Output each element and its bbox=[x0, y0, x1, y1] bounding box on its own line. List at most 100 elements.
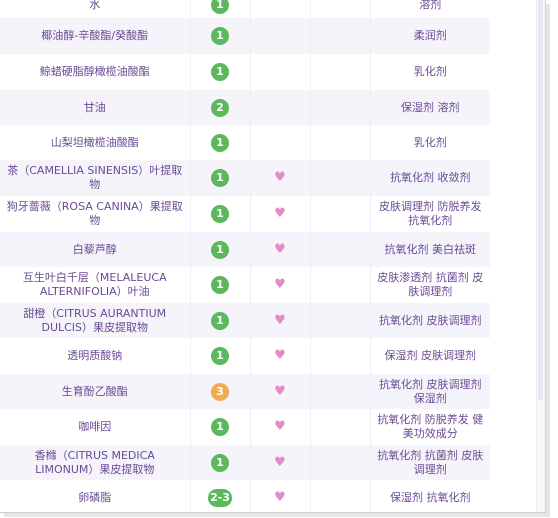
active-ingredient-cell bbox=[250, 18, 311, 54]
ingredient-name[interactable]: 鲸蜡硬脂醇橄榄油酸酯 bbox=[0, 54, 191, 90]
active-ingredient-cell bbox=[250, 54, 311, 90]
ingredient-table-panel: 水 1 溶剂 椰油醇-辛酸酯/癸酸酯 1 柔润剂 鲸蜡硬脂醇橄榄油酸酯 1 乳化剂 甘油 2 保湿剂 … bbox=[0, 0, 546, 513]
usage-purpose: 乳化剂 bbox=[370, 125, 490, 160]
heart-icon: ♥ bbox=[274, 454, 286, 470]
ingredient-name[interactable]: 生育酚乙酸酯 bbox=[0, 374, 191, 409]
ingredient-name[interactable]: 卵磷脂 bbox=[0, 480, 191, 512]
ingredient-name[interactable]: 水 bbox=[0, 0, 191, 18]
active-ingredient-cell bbox=[250, 90, 311, 125]
usage-purpose: 溶剂 bbox=[370, 0, 490, 18]
ingredient-name[interactable]: 甘油 bbox=[0, 90, 191, 125]
usage-purpose: 保湿剂 抗氧化剂 bbox=[370, 480, 490, 512]
table-row[interactable]: 甘油 2 保湿剂 溶剂 bbox=[0, 90, 490, 125]
acne-risk-cell bbox=[310, 90, 371, 125]
table-row[interactable]: 卵磷脂 2-3 ♥ 保湿剂 抗氧化剂 bbox=[0, 480, 490, 512]
table-row[interactable]: 狗牙蔷薇（ROSA CANINA）果提取物 1 ♥ 皮肤调理剂 防脱养发 抗氧化剂 bbox=[0, 196, 490, 232]
scrollbar-thumb[interactable] bbox=[538, 0, 543, 400]
safety-score-badge: 1 bbox=[211, 453, 229, 472]
usage-purpose: 皮肤渗透剂 抗菌剂 皮肤调理剂 bbox=[370, 267, 490, 303]
acne-risk-cell bbox=[310, 196, 371, 232]
safety-score-cell: 1 bbox=[190, 18, 251, 54]
usage-purpose: 抗氧化剂 防脱养发 健美功效成分 bbox=[370, 409, 490, 445]
acne-risk-cell bbox=[310, 232, 371, 267]
table-row[interactable]: 鲸蜡硬脂醇橄榄油酸酯 1 乳化剂 bbox=[0, 54, 490, 90]
safety-score-badge: 1 bbox=[211, 205, 229, 223]
safety-score-badge: 3 bbox=[211, 382, 229, 401]
table-row[interactable]: 甜橙（CITRUS AURANTIUM DULCIS）果皮提取物 1 ♥ 抗氧化剂 皮… bbox=[0, 303, 490, 338]
safety-score-badge: 1 bbox=[211, 347, 229, 365]
safety-score-badge: 1 bbox=[211, 63, 229, 81]
table-row[interactable]: 山梨坦橄榄油酸酯 1 乳化剂 bbox=[0, 125, 490, 160]
acne-risk-cell bbox=[310, 374, 371, 409]
ingredient-name[interactable]: 茶（CAMELLIA SINENSIS）叶提取物 bbox=[0, 160, 191, 196]
usage-purpose: 抗氧化剂 美白祛斑 bbox=[370, 232, 490, 267]
ingredient-name[interactable]: 山梨坦橄榄油酸酯 bbox=[0, 125, 191, 160]
heart-icon: ♥ bbox=[274, 277, 286, 292]
safety-score-badge: 1 bbox=[211, 169, 229, 187]
safety-score-cell: 3 bbox=[190, 374, 251, 409]
usage-purpose: 保湿剂 皮肤调理剂 bbox=[370, 338, 490, 374]
usage-purpose: 抗氧化剂 抗菌剂 皮肤调理剂 bbox=[370, 445, 490, 480]
usage-purpose: 抗氧化剂 收敛剂 bbox=[370, 160, 490, 196]
active-ingredient-cell bbox=[250, 0, 311, 18]
safety-score-badge: 1 bbox=[211, 240, 229, 259]
heart-icon: ♥ bbox=[274, 206, 286, 221]
safety-score-badge: 1 bbox=[211, 0, 229, 14]
ingredient-name[interactable]: 甜橙（CITRUS AURANTIUM DULCIS）果皮提取物 bbox=[0, 303, 191, 338]
safety-score-badge: 2-3 bbox=[208, 489, 232, 507]
table-row[interactable]: 水 1 溶剂 bbox=[0, 0, 490, 18]
acne-risk-cell bbox=[310, 303, 371, 338]
panel-shadow-right bbox=[546, 4, 550, 516]
ingredient-name[interactable]: 白藜芦醇 bbox=[0, 232, 191, 267]
acne-risk-cell bbox=[310, 0, 371, 18]
table-row[interactable]: 互生叶白千层（MELALEUCA ALTERNIFOLIA）叶油 1 ♥ 皮肤渗透剂 … bbox=[0, 267, 490, 303]
usage-purpose: 抗氧化剂 皮肤调理剂 保湿剂 bbox=[370, 374, 490, 409]
safety-score-cell: 1 bbox=[190, 0, 251, 18]
table-row[interactable]: 咖啡因 1 ♥ 抗氧化剂 防脱养发 健美功效成分 bbox=[0, 409, 490, 445]
ingredient-name[interactable]: 咖啡因 bbox=[0, 409, 191, 445]
acne-risk-cell bbox=[310, 480, 371, 512]
active-ingredient-cell: ♥ bbox=[250, 445, 311, 480]
heart-icon: ♥ bbox=[274, 419, 286, 434]
safety-score-cell: 1 bbox=[190, 409, 251, 445]
active-ingredient-cell: ♥ bbox=[250, 303, 311, 338]
active-ingredient-cell: ♥ bbox=[250, 374, 311, 409]
usage-purpose: 柔润剂 bbox=[370, 18, 490, 54]
safety-score-cell: 1 bbox=[190, 267, 251, 303]
heart-icon: ♥ bbox=[274, 383, 286, 399]
heart-icon: ♥ bbox=[274, 170, 286, 185]
safety-score-badge: 1 bbox=[211, 276, 229, 294]
usage-purpose: 皮肤调理剂 防脱养发 抗氧化剂 bbox=[370, 196, 490, 232]
heart-icon: ♥ bbox=[274, 241, 286, 257]
active-ingredient-cell: ♥ bbox=[250, 232, 311, 267]
active-ingredient-cell: ♥ bbox=[250, 160, 311, 196]
ingredient-table: 水 1 溶剂 椰油醇-辛酸酯/癸酸酯 1 柔润剂 鲸蜡硬脂醇橄榄油酸酯 1 乳化剂 甘油 2 保湿剂 … bbox=[0, 0, 490, 512]
active-ingredient-cell: ♥ bbox=[250, 267, 311, 303]
safety-score-badge: 2 bbox=[211, 98, 229, 117]
safety-score-cell: 2-3 bbox=[190, 480, 251, 512]
safety-score-cell: 1 bbox=[190, 303, 251, 338]
safety-score-cell: 1 bbox=[190, 232, 251, 267]
ingredient-name[interactable]: 互生叶白千层（MELALEUCA ALTERNIFOLIA）叶油 bbox=[0, 267, 191, 303]
table-row[interactable]: 香橼（CITRUS MEDICA LIMONUM）果皮提取物 1 ♥ 抗氧化剂 抗菌剂… bbox=[0, 445, 490, 480]
active-ingredient-cell: ♥ bbox=[250, 196, 311, 232]
safety-score-badge: 1 bbox=[211, 311, 229, 330]
ingredient-name[interactable]: 香橼（CITRUS MEDICA LIMONUM）果皮提取物 bbox=[0, 445, 191, 480]
table-row[interactable]: 茶（CAMELLIA SINENSIS）叶提取物 1 ♥ 抗氧化剂 收敛剂 bbox=[0, 160, 490, 196]
usage-purpose: 乳化剂 bbox=[370, 54, 490, 90]
acne-risk-cell bbox=[310, 445, 371, 480]
table-row[interactable]: 透明质酸钠 1 ♥ 保湿剂 皮肤调理剂 bbox=[0, 338, 490, 374]
safety-score-badge: 1 bbox=[211, 27, 229, 45]
usage-purpose: 抗氧化剂 皮肤调理剂 bbox=[370, 303, 490, 338]
ingredient-name[interactable]: 狗牙蔷薇（ROSA CANINA）果提取物 bbox=[0, 196, 191, 232]
safety-score-cell: 1 bbox=[190, 338, 251, 374]
safety-score-badge: 1 bbox=[211, 133, 229, 152]
table-row[interactable]: 白藜芦醇 1 ♥ 抗氧化剂 美白祛斑 bbox=[0, 232, 490, 267]
safety-score-cell: 1 bbox=[190, 125, 251, 160]
table-row[interactable]: 椰油醇-辛酸酯/癸酸酯 1 柔润剂 bbox=[0, 18, 490, 54]
table-row[interactable]: 生育酚乙酸酯 3 ♥ 抗氧化剂 皮肤调理剂 保湿剂 bbox=[0, 374, 490, 409]
heart-icon: ♥ bbox=[274, 490, 286, 505]
acne-risk-cell bbox=[310, 18, 371, 54]
ingredient-name[interactable]: 透明质酸钠 bbox=[0, 338, 191, 374]
ingredient-name[interactable]: 椰油醇-辛酸酯/癸酸酯 bbox=[0, 18, 191, 54]
